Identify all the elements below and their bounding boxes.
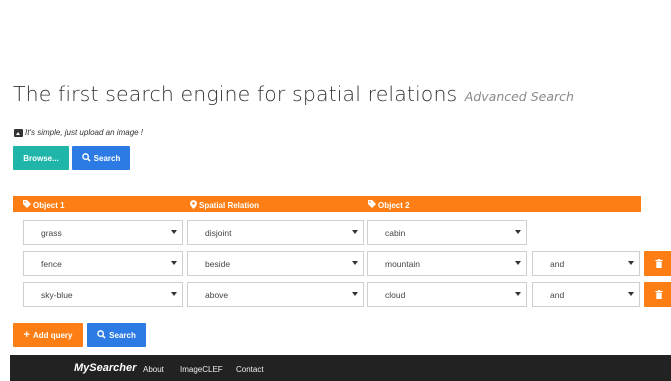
object1-select[interactable]: fence: [23, 251, 183, 276]
add-query-label: Add query: [32, 330, 73, 340]
upload-search-label: Search: [93, 153, 121, 163]
upload-hint-text: It's simple, just upload an image !: [25, 128, 144, 137]
page-title-main: The first search engine for spatial rela…: [13, 82, 458, 106]
caret-down-icon: [515, 261, 521, 265]
object1-value: grass: [41, 227, 62, 238]
relation-value: above: [205, 289, 229, 300]
nav-link-about[interactable]: About: [143, 365, 164, 374]
page-subtitle: Advanced Search: [464, 89, 574, 104]
page-title: The first search engine for spatial rela…: [13, 82, 574, 106]
object2-select[interactable]: mountain: [367, 251, 527, 276]
caret-down-icon: [352, 230, 358, 234]
relation-select[interactable]: beside: [187, 251, 364, 276]
object1-value: sky-blue: [41, 289, 73, 300]
relation-select[interactable]: above: [187, 282, 364, 307]
connector-value: and: [550, 258, 565, 269]
caret-down-icon: [171, 230, 177, 234]
header-object1-label: Object 1: [33, 200, 65, 210]
caret-down-icon: [628, 261, 634, 265]
upload-hint: It's simple, just upload an image !: [14, 128, 143, 137]
search-icon: [81, 152, 91, 164]
caret-down-icon: [352, 292, 358, 296]
query-search-label: Search: [109, 330, 136, 340]
tag-icon: [368, 200, 376, 210]
relation-select[interactable]: disjoint: [187, 220, 364, 245]
image-icon: [14, 128, 23, 137]
trash-icon: [654, 286, 663, 304]
header-object2: Object 2: [368, 200, 410, 210]
caret-down-icon: [515, 230, 521, 234]
connector-select[interactable]: and: [532, 282, 640, 307]
header-object2-label: Object 2: [378, 200, 410, 210]
nav-link-imageclef[interactable]: ImageCLEF: [180, 365, 223, 374]
object2-select[interactable]: cloud: [367, 282, 527, 307]
query-table-header: Object 1 Spatial Relation Object 2: [13, 196, 641, 212]
relation-value: beside: [205, 258, 231, 269]
caret-down-icon: [352, 261, 358, 265]
navbar-brand[interactable]: MySearcher: [74, 362, 136, 374]
caret-down-icon: [171, 292, 177, 296]
object2-select[interactable]: cabin: [367, 220, 527, 245]
delete-row-button[interactable]: [644, 251, 671, 276]
search-icon: [97, 329, 106, 341]
object1-value: fence: [41, 258, 62, 269]
caret-down-icon: [171, 261, 177, 265]
object1-select[interactable]: sky-blue: [23, 282, 183, 307]
tag-icon: [23, 200, 31, 210]
connector-value: and: [550, 289, 565, 300]
relation-value: disjoint: [205, 227, 232, 238]
plus-icon: +: [23, 329, 30, 341]
object2-value: cloud: [385, 289, 406, 300]
caret-down-icon: [515, 292, 521, 296]
footer-navbar: MySearcher About ImageCLEF Contact: [10, 355, 671, 381]
header-relation-label: Spatial Relation: [199, 201, 260, 210]
map-marker-icon: [190, 200, 197, 211]
add-query-button[interactable]: + Add query: [13, 323, 83, 347]
connector-select[interactable]: and: [532, 251, 640, 276]
object2-value: mountain: [385, 258, 420, 269]
browse-button-label: Browse...: [23, 153, 59, 163]
header-object1: Object 1: [23, 200, 65, 210]
object2-value: cabin: [385, 227, 406, 238]
browse-button[interactable]: Browse...: [13, 146, 69, 170]
header-relation: Spatial Relation: [190, 200, 259, 211]
nav-link-contact[interactable]: Contact: [236, 365, 264, 374]
caret-down-icon: [628, 292, 634, 296]
trash-icon: [654, 255, 663, 273]
query-search-button[interactable]: Search: [87, 323, 146, 347]
delete-row-button[interactable]: [644, 282, 671, 307]
upload-search-button[interactable]: Search: [72, 146, 130, 170]
object1-select[interactable]: grass: [23, 220, 183, 245]
